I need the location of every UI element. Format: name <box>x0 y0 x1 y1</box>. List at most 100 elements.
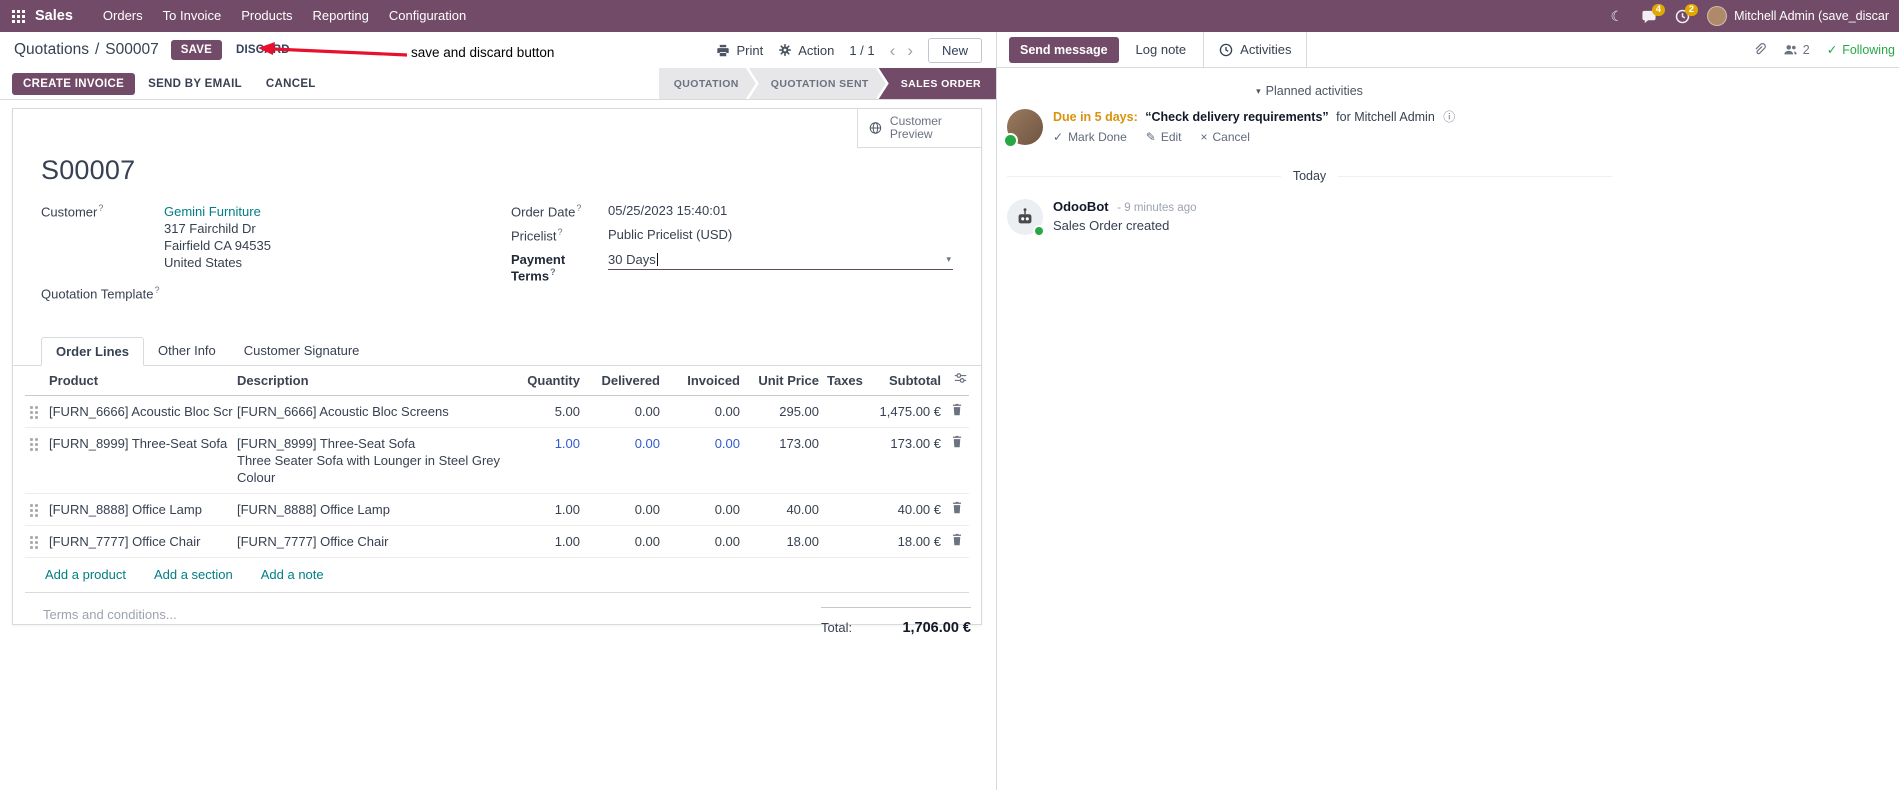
dark-mode-moon-icon[interactable]: ☾ <box>1602 9 1633 23</box>
user-name[interactable]: Mitchell Admin (save_discar <box>1734 9 1889 23</box>
action-button[interactable]: Action <box>778 43 834 58</box>
cell-invoiced[interactable]: 0.00 <box>664 396 744 427</box>
step-quotation-sent[interactable]: QUOTATION SENT <box>749 68 886 99</box>
cell-invoiced[interactable]: 0.00 <box>664 428 744 459</box>
col-taxes[interactable]: Taxes <box>823 366 869 395</box>
cell-delivered[interactable]: 0.00 <box>584 396 664 427</box>
terms-placeholder[interactable]: Terms and conditions... <box>43 607 177 636</box>
discard-button[interactable]: DISCARD <box>236 44 290 56</box>
menu-products[interactable]: Products <box>231 0 302 32</box>
tab-customer-signature[interactable]: Customer Signature <box>230 337 374 365</box>
activity-avatar[interactable] <box>1003 109 1043 148</box>
pager-next-icon[interactable]: › <box>907 42 913 59</box>
cancel-activity-button[interactable]: × Cancel <box>1201 130 1250 144</box>
drag-handle-icon[interactable] <box>25 428 45 451</box>
cancel-button[interactable]: CANCEL <box>255 73 327 95</box>
cell-taxes[interactable] <box>823 526 869 540</box>
drag-handle-icon[interactable] <box>25 526 45 549</box>
drag-handle-icon[interactable] <box>25 396 45 419</box>
cell-taxes[interactable] <box>823 494 869 508</box>
new-button[interactable]: New <box>927 37 982 63</box>
cell-delivered[interactable]: 0.00 <box>584 526 664 557</box>
cell-quantity[interactable]: 1.00 <box>506 428 584 459</box>
table-row[interactable]: [FURN_8888] Office Lamp [FURN_8888] Offi… <box>25 494 969 527</box>
message-author[interactable]: OdooBot <box>1053 199 1109 214</box>
cell-product[interactable]: [FURN_8999] Three-Seat Sofa <box>45 428 233 459</box>
menu-reporting[interactable]: Reporting <box>303 0 379 32</box>
cell-quantity[interactable]: 5.00 <box>506 396 584 427</box>
tab-order-lines[interactable]: Order Lines <box>41 337 144 367</box>
pricelist-value[interactable]: Public Pricelist (USD) <box>608 227 732 242</box>
cell-taxes[interactable] <box>823 396 869 410</box>
cell-description[interactable]: [FURN_7777] Office Chair <box>233 526 506 557</box>
send-message-button[interactable]: Send message <box>1009 36 1119 63</box>
step-quotation[interactable]: QUOTATION <box>659 68 756 99</box>
cell-invoiced[interactable]: 0.00 <box>664 526 744 557</box>
add-section-link[interactable]: Add a section <box>154 567 233 582</box>
tab-other-info[interactable]: Other Info <box>144 337 230 365</box>
cell-delivered[interactable]: 0.00 <box>584 428 664 459</box>
drag-handle-icon[interactable] <box>25 494 45 517</box>
optional-columns-button[interactable] <box>945 366 969 390</box>
create-invoice-button[interactable]: CREATE INVOICE <box>12 72 136 95</box>
cell-unit-price[interactable]: 173.00 <box>744 428 823 459</box>
table-row[interactable]: [FURN_8999] Three-Seat Sofa [FURN_8999] … <box>25 428 969 495</box>
menu-orders[interactable]: Orders <box>93 0 153 32</box>
cell-quantity[interactable]: 1.00 <box>506 526 584 557</box>
delete-line-button[interactable] <box>945 396 969 423</box>
delete-line-button[interactable] <box>945 526 969 553</box>
dropdown-caret-icon[interactable]: ▾ <box>946 254 953 265</box>
mark-done-button[interactable]: ✓ Mark Done <box>1053 130 1127 144</box>
breadcrumb-quotations[interactable]: Quotations <box>14 41 89 59</box>
edit-activity-button[interactable]: ✎ Edit <box>1146 130 1182 144</box>
cell-description[interactable]: [FURN_8999] Three-Seat Sofa Three Seater … <box>233 428 506 493</box>
following-button[interactable]: ✓ Following <box>1827 42 1895 58</box>
pager-prev-icon[interactable]: ‹ <box>890 42 896 59</box>
save-button[interactable]: SAVE <box>170 40 222 60</box>
info-icon[interactable]: ⓘ <box>1443 110 1455 124</box>
activities-tab[interactable]: Activities <box>1203 31 1308 68</box>
table-row[interactable]: [FURN_7777] Office Chair [FURN_7777] Off… <box>25 526 969 559</box>
cell-product[interactable]: [FURN_6666] Acoustic Bloc Screens <box>45 396 233 427</box>
cell-product[interactable]: [FURN_8888] Office Lamp <box>45 494 233 525</box>
apps-grid-icon[interactable] <box>12 9 25 23</box>
col-description[interactable]: Description <box>233 366 506 395</box>
quotation-template-field[interactable]: Quotation Template? <box>41 285 511 301</box>
customer-link[interactable]: Gemini Furniture <box>164 204 261 219</box>
followers-button[interactable]: 2 <box>1783 43 1810 57</box>
activities-clock-icon[interactable]: 2 <box>1666 3 1699 24</box>
col-product[interactable]: Product <box>45 366 233 395</box>
cell-taxes[interactable] <box>823 428 869 442</box>
col-delivered[interactable]: Delivered <box>584 366 664 395</box>
col-invoiced[interactable]: Invoiced <box>664 366 744 395</box>
user-avatar[interactable] <box>1707 6 1728 26</box>
planned-activities-header[interactable]: ▾ Planned activities <box>1007 84 1612 98</box>
cell-unit-price[interactable]: 295.00 <box>744 396 823 427</box>
cell-unit-price[interactable]: 40.00 <box>744 494 823 525</box>
send-by-email-button[interactable]: SEND BY EMAIL <box>137 73 253 95</box>
menu-configuration[interactable]: Configuration <box>379 0 476 32</box>
add-note-link[interactable]: Add a note <box>261 567 324 582</box>
cell-description[interactable]: [FURN_8888] Office Lamp <box>233 494 506 525</box>
messages-icon[interactable]: 4 <box>1632 3 1666 24</box>
add-product-link[interactable]: Add a product <box>45 567 126 582</box>
col-unit-price[interactable]: Unit Price <box>744 366 823 395</box>
menu-to-invoice[interactable]: To Invoice <box>153 0 232 32</box>
delete-line-button[interactable] <box>945 428 969 455</box>
cell-invoiced[interactable]: 0.00 <box>664 494 744 525</box>
col-subtotal[interactable]: Subtotal <box>869 366 945 395</box>
table-row[interactable]: [FURN_6666] Acoustic Bloc Screens [FURN_… <box>25 396 969 429</box>
cell-unit-price[interactable]: 18.00 <box>744 526 823 557</box>
log-note-button[interactable]: Log note <box>1136 42 1187 57</box>
payment-terms-input[interactable]: 30 Days ▾ <box>608 252 953 270</box>
customer-preview-button[interactable]: Customer Preview <box>857 109 981 148</box>
cell-product[interactable]: [FURN_7777] Office Chair <box>45 526 233 557</box>
cell-delivered[interactable]: 0.00 <box>584 494 664 525</box>
order-date-value[interactable]: 05/25/2023 15:40:01 <box>608 203 727 218</box>
app-title[interactable]: Sales <box>35 8 73 24</box>
delete-line-button[interactable] <box>945 494 969 521</box>
cell-description[interactable]: [FURN_6666] Acoustic Bloc Screens <box>233 396 506 427</box>
col-quantity[interactable]: Quantity <box>506 366 584 395</box>
step-sales-order[interactable]: SALES ORDER <box>878 68 996 99</box>
cell-quantity[interactable]: 1.00 <box>506 494 584 525</box>
